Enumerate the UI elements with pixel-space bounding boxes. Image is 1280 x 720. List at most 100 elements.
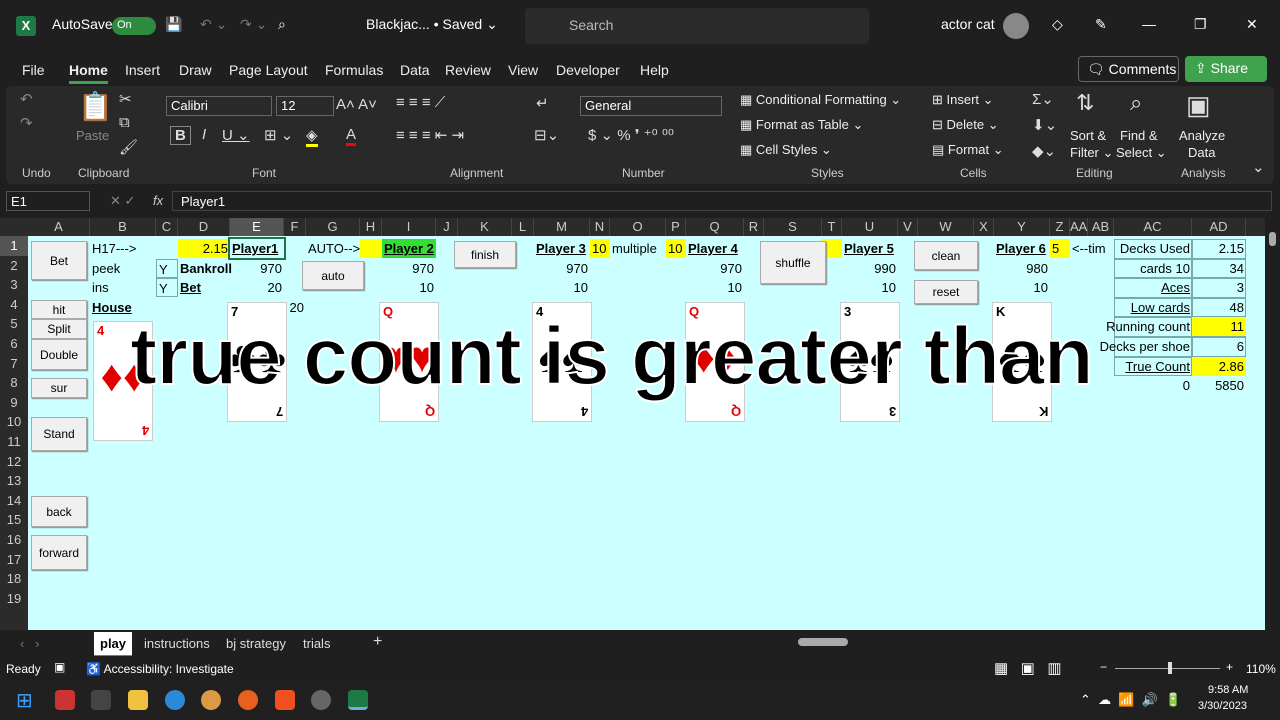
cell-AC5[interactable]: Running count <box>1106 317 1192 336</box>
bold-icon[interactable]: B <box>170 126 191 145</box>
app-icon-1[interactable] <box>55 690 75 710</box>
minimize-button[interactable]: — <box>1142 16 1156 32</box>
column-header-I[interactable]: I <box>382 218 436 236</box>
column-header-U[interactable]: U <box>842 218 898 236</box>
prev-sheet-icon[interactable]: ‹ › <box>20 636 40 651</box>
row-header-7[interactable]: 7 <box>0 353 28 374</box>
add-sheet-button[interactable]: + <box>373 633 382 651</box>
tab-view[interactable]: View <box>508 62 538 78</box>
cell-Z1[interactable]: 5 <box>1050 239 1070 258</box>
column-header-W[interactable]: W <box>918 218 974 236</box>
collapse-ribbon-icon[interactable]: ⌄ <box>1252 158 1265 176</box>
format-painter-icon[interactable]: 🖌 <box>119 138 138 156</box>
row-header-12[interactable]: 12 <box>0 451 28 472</box>
cell-Q2[interactable]: 970 <box>686 259 744 278</box>
undo-icon[interactable]: ↶ ⌄ <box>200 16 227 33</box>
fill-icon[interactable]: ⬇⌄ <box>1032 116 1057 134</box>
fill-color-icon[interactable]: ◈ <box>306 126 318 147</box>
zoom-in-icon[interactable]: + <box>1226 660 1233 674</box>
cell-D2[interactable]: Bankroll <box>178 259 234 278</box>
column-header-S[interactable]: S <box>764 218 822 236</box>
cell-M2[interactable]: 970 <box>534 259 590 278</box>
cell-M1[interactable]: Player 3 <box>534 239 590 258</box>
cell-AC2[interactable]: 10 cards <box>1114 259 1192 278</box>
row-header-2[interactable]: 2 <box>0 255 28 276</box>
stand-button[interactable]: Stand <box>31 417 87 451</box>
file-explorer-icon[interactable] <box>128 690 148 710</box>
sheet-tab-bj-strategy[interactable]: bj strategy <box>226 636 286 651</box>
cell-U1[interactable]: Player 5 <box>842 239 898 258</box>
cell-N1[interactable]: 10 <box>590 239 610 258</box>
italic-icon[interactable]: I <box>202 126 206 143</box>
clear-icon[interactable]: ◆⌄ <box>1032 142 1056 160</box>
cell-Y1[interactable]: Player 6 <box>994 239 1050 258</box>
increase-font-icon[interactable]: A˄ A˅ <box>336 96 377 113</box>
row-header-1[interactable]: 1 <box>0 236 28 256</box>
comments-button[interactable]: 🗨 Comments <box>1078 56 1179 82</box>
windows-start-icon[interactable]: ⊞ <box>16 688 33 713</box>
hit-button[interactable]: hit <box>31 299 87 320</box>
row-header-8[interactable]: 8 <box>0 373 28 393</box>
column-header-C[interactable]: C <box>156 218 178 236</box>
cell-Y2[interactable]: 980 <box>994 259 1050 278</box>
system-tray-icons[interactable]: ⌃ ☁ 📶 🔊 🔋 <box>1080 692 1181 708</box>
redo-icon[interactable]: ↷ ⌄ <box>240 16 267 33</box>
column-header-K[interactable]: K <box>458 218 512 236</box>
wrap-text-icon[interactable]: ↵ <box>536 94 549 112</box>
cut-icon[interactable]: ✂ <box>119 90 132 108</box>
column-header-Y[interactable]: Y <box>994 218 1050 236</box>
cell-AA1[interactable]: <--tim <box>1070 239 1108 258</box>
row-header-3[interactable]: 3 <box>0 275 28 295</box>
column-header-D[interactable]: D <box>178 218 230 236</box>
sheet-tab-instructions[interactable]: instructions <box>144 636 210 651</box>
cell-AC1[interactable]: Decks Used <box>1114 239 1192 258</box>
finish-button[interactable]: finish <box>454 241 516 269</box>
forward-button[interactable]: forward <box>31 535 87 571</box>
cell-I2[interactable]: 970 <box>382 259 436 278</box>
cell-styles-button[interactable]: ▦ Cell Styles ⌄ <box>740 142 832 158</box>
cell-B1[interactable]: H17---> <box>90 239 156 258</box>
cell-AD1[interactable]: 2.15 <box>1192 239 1246 258</box>
tab-formulas[interactable]: Formulas <box>325 62 383 78</box>
row-header-18[interactable]: 18 <box>0 569 28 589</box>
font-size-select[interactable]: 12 <box>276 96 334 116</box>
cell-Q3[interactable]: 10 <box>686 278 744 297</box>
column-header-A[interactable]: A <box>28 218 90 236</box>
cell-AC4[interactable]: Low cards <box>1114 298 1192 317</box>
close-button[interactable]: ✕ <box>1246 16 1258 33</box>
number-format-select[interactable]: General <box>580 96 722 116</box>
cell-AD4[interactable]: 48 <box>1192 298 1246 317</box>
row-header-14[interactable]: 14 <box>0 490 28 511</box>
cell-AC3[interactable]: Aces <box>1114 278 1192 297</box>
cell-E3[interactable]: 20 <box>230 278 284 297</box>
column-header-H[interactable]: H <box>360 218 382 236</box>
paste-label[interactable]: Paste <box>76 128 109 143</box>
column-header-O[interactable]: O <box>610 218 666 236</box>
cell-AD7[interactable]: 2.86 <box>1192 356 1246 376</box>
align-left-icon[interactable]: ≡ ≡ ≡ ⇤ ⇥ <box>396 126 464 144</box>
formula-input[interactable]: Player1 <box>172 191 1272 211</box>
copy-icon[interactable]: ⧉ <box>119 114 130 131</box>
macro-icon[interactable]: ▣ <box>54 660 65 674</box>
cell-I3[interactable]: 10 <box>382 278 436 297</box>
clock-time[interactable]: 9:58 AM <box>1208 684 1248 696</box>
column-header-J[interactable]: J <box>436 218 458 236</box>
search-input[interactable]: Search <box>525 8 869 44</box>
clock-date[interactable]: 3/30/2023 <box>1198 700 1247 712</box>
cell-AD3[interactable]: 3 <box>1192 278 1246 297</box>
excel-taskbar-icon[interactable] <box>348 690 368 710</box>
restore-button[interactable]: ❐ <box>1194 16 1207 33</box>
autosave-toggle[interactable]: On <box>112 17 156 35</box>
merge-icon[interactable]: ⊟⌄ <box>534 126 559 144</box>
column-header-Q[interactable]: Q <box>686 218 744 236</box>
column-header-G[interactable]: G <box>306 218 360 236</box>
cell-U3[interactable]: 10 <box>842 278 898 297</box>
clean-button[interactable]: clean <box>914 241 978 271</box>
zoom-level[interactable]: 110% <box>1246 662 1276 676</box>
column-header-AA[interactable]: AA <box>1070 218 1088 236</box>
cell-I1[interactable]: Player 2 <box>382 239 436 258</box>
cell-B3[interactable]: ins <box>90 278 156 297</box>
vertical-scrollbar[interactable] <box>1265 218 1280 630</box>
format-as-table-button[interactable]: ▦ Format as Table ⌄ <box>740 117 863 133</box>
delete-cells-button[interactable]: ⊟ Delete ⌄ <box>932 117 999 133</box>
